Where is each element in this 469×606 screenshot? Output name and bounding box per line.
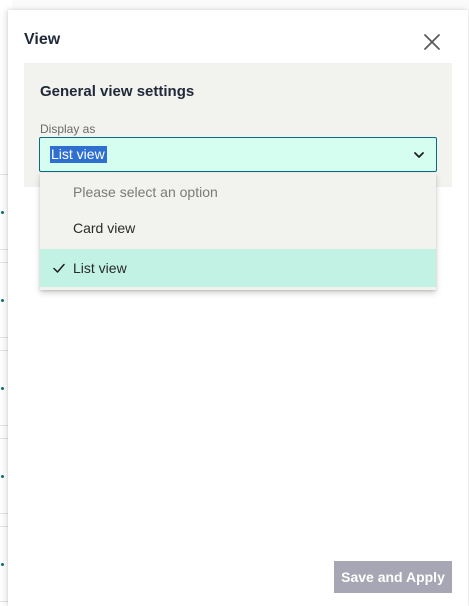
- display-as-label: Display as: [40, 122, 96, 136]
- option-label: Card view: [73, 220, 136, 236]
- panel-title: View: [24, 31, 61, 48]
- close-button[interactable]: [420, 30, 444, 54]
- view-settings-screen: View General view settings Display as Li…: [0, 0, 469, 606]
- option-label: Please select an option: [73, 184, 218, 200]
- display-as-select[interactable]: List view: [39, 137, 437, 172]
- option-label: List view: [73, 260, 127, 276]
- close-icon: [420, 30, 444, 54]
- save-and-apply-button[interactable]: Save and Apply: [334, 561, 452, 593]
- option-placeholder: Please select an option: [40, 173, 436, 211]
- checkmark-icon: [52, 261, 66, 275]
- status-dot: [1, 563, 4, 566]
- status-dot: [1, 211, 4, 214]
- select-value: List view: [50, 146, 107, 163]
- general-settings-card: General view settings Display as List vi…: [24, 63, 452, 187]
- view-panel: View General view settings Display as Li…: [8, 10, 468, 606]
- display-as-dropdown: Please select an option Card view List v…: [40, 173, 436, 290]
- option-card-view[interactable]: Card view: [40, 209, 436, 247]
- status-dot: [1, 299, 4, 302]
- status-dot: [1, 475, 4, 478]
- section-title: General view settings: [40, 83, 195, 100]
- chevron-down-icon: [412, 148, 426, 162]
- status-dot: [1, 387, 4, 390]
- option-list-view[interactable]: List view: [40, 249, 436, 287]
